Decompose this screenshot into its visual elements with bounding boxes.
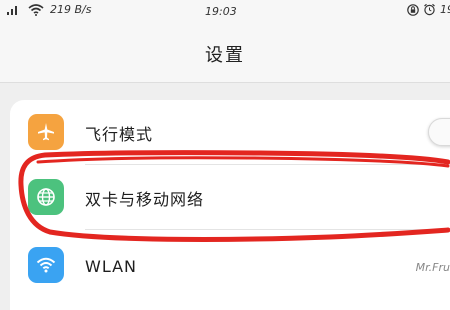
status-clipped-time: 19 [440,3,450,16]
settings-item-label: WLAN [85,257,138,276]
status-time: 19:03 [205,5,237,18]
settings-item-label: 双卡与移动网络 [85,190,205,209]
settings-list: 飞行模式 双卡与移动网络 WLAN Mr.Fru [10,100,450,310]
wifi-signal-icon [28,3,44,16]
settings-item-label: 飞行模式 [85,125,154,144]
network-speed: 219 B/s [50,3,92,16]
status-right: 19 [407,3,450,16]
settings-row-airplane-mode[interactable]: 飞行模式 [10,100,450,164]
wifi-icon [28,247,64,283]
settings-header: 设置 [0,24,450,83]
settings-row-wlan[interactable]: WLAN Mr.Fru [10,230,450,294]
lock-icon [407,3,419,16]
globe-icon [28,179,64,215]
airplane-icon [28,114,64,150]
status-left: 219 B/s [6,3,91,16]
wlan-network-name: Mr.Fru [415,261,450,274]
status-bar: 219 B/s 19:03 19 [0,0,450,24]
page-title: 设置 [205,45,245,66]
cellular-signal-icon [7,5,17,15]
settings-row-dual-sim-mobile-network[interactable]: 双卡与移动网络 [10,165,450,229]
airplane-mode-toggle[interactable] [428,118,450,146]
alarm-icon [424,3,435,16]
